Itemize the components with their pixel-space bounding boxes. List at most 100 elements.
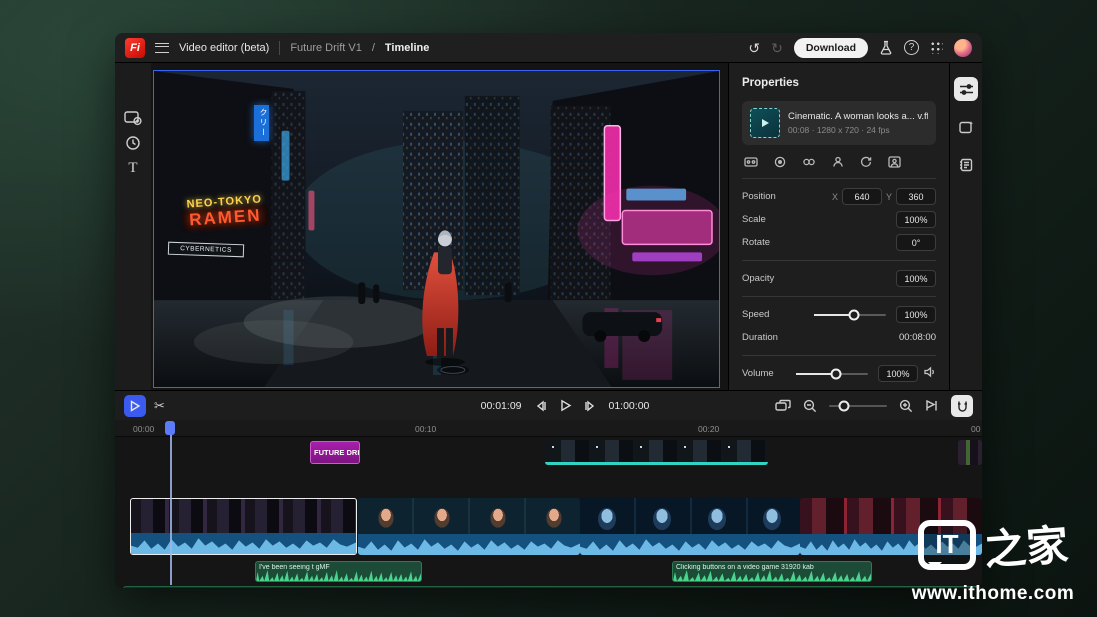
position-y-field[interactable] — [896, 188, 936, 205]
mask-icon[interactable] — [774, 156, 786, 168]
timeline-ruler[interactable]: 00:00 00:10 00:20 00 — [115, 420, 982, 437]
duration-row: Duration 00:08:00 — [742, 326, 936, 349]
offscreen-clip[interactable] — [958, 440, 982, 465]
video-clip-2[interactable] — [358, 498, 580, 555]
speed-slider-knob[interactable] — [848, 309, 859, 320]
play-icon — [760, 118, 770, 128]
opacity-field[interactable] — [896, 270, 936, 287]
snapping-toggle-button[interactable] — [951, 395, 973, 417]
firefly-logo[interactable]: Fi — [125, 38, 145, 58]
opacity-label: Opacity — [742, 273, 774, 284]
sfx-clip-1[interactable]: I've been seeing t gMF — [255, 561, 422, 582]
neon-sign-cybernetics: CYBERNETICS — [168, 242, 244, 258]
audio-waveform — [131, 533, 356, 554]
rotate-icon[interactable] — [860, 156, 872, 168]
ruler-label-1: 00:10 — [415, 424, 436, 434]
apps-grid-icon[interactable] — [930, 41, 943, 54]
clip-meta: 00:08 · 1280 x 720 · 24 fps — [788, 125, 928, 135]
history-icon[interactable] — [123, 133, 143, 153]
fit-timeline-icon[interactable] — [775, 399, 791, 412]
duration-value: 00:08:00 — [899, 332, 936, 343]
previous-frame-icon[interactable] — [534, 400, 547, 412]
title-text-clip[interactable]: FUTURE DRI — [310, 441, 360, 464]
beaker-icon[interactable] — [879, 40, 893, 55]
left-toolbar: T — [115, 63, 151, 420]
filmstrip-icon[interactable] — [744, 156, 758, 168]
zoom-out-icon[interactable] — [803, 399, 817, 413]
audio-waveform — [580, 534, 800, 555]
zoom-in-icon[interactable] — [899, 399, 913, 413]
add-media-icon[interactable] — [123, 108, 143, 128]
help-icon[interactable]: ? — [904, 40, 919, 55]
duration-label: Duration — [742, 332, 778, 343]
ruler-label-3: 00 — [971, 424, 980, 434]
scale-field[interactable] — [896, 211, 936, 228]
scale-label: Scale — [742, 214, 766, 225]
hamburger-menu-icon[interactable] — [155, 43, 169, 53]
speaker-icon[interactable] — [924, 365, 936, 383]
scale-row: Scale — [742, 208, 936, 231]
ruler-label-2: 00:20 — [698, 424, 719, 434]
split-tool-icon[interactable]: ✂ — [154, 398, 165, 414]
speed-slider[interactable] — [814, 314, 886, 316]
neon-sign-neo-tokyo: NEO-TOKYO RAMEN — [181, 193, 269, 231]
volume-label: Volume — [742, 368, 774, 379]
music-clip[interactable]: A cyberpunk sci fi song, with or 8512422… — [123, 586, 982, 588]
neon-sign-vertical: クリー — [254, 105, 269, 141]
effects-tab-button[interactable] — [954, 115, 978, 139]
video-clip-3[interactable] — [580, 498, 800, 555]
next-frame-icon[interactable] — [584, 400, 597, 412]
app-title: Video editor (beta) — [179, 42, 269, 54]
text-tool-icon[interactable]: T — [123, 158, 143, 178]
properties-panel: Properties Cinematic. A woman looks a...… — [728, 63, 949, 420]
overlay-video-clip[interactable] — [545, 440, 768, 465]
clip-action-row — [744, 156, 934, 168]
user-avatar[interactable] — [954, 39, 972, 57]
position-x-field[interactable] — [842, 188, 882, 205]
select-tool-button[interactable] — [124, 395, 146, 417]
play-button-icon[interactable] — [559, 399, 572, 412]
video-preview[interactable]: NEO-TOKYO RAMEN CYBERNETICS クリー — [153, 70, 720, 388]
playhead-handle[interactable] — [165, 421, 175, 435]
undo-icon[interactable]: ↺ — [748, 41, 760, 55]
person-icon[interactable] — [832, 156, 844, 168]
ithome-url: www.ithome.com — [895, 583, 1091, 605]
redo-icon[interactable]: ↻ — [771, 41, 783, 55]
timeline-view-controls — [775, 395, 973, 417]
position-row: Position X Y — [742, 185, 936, 208]
timeline-zoom-slider[interactable] — [829, 405, 887, 407]
volume-slider[interactable] — [796, 373, 868, 375]
sfx-clip-2[interactable]: Clicking buttons on a video game 31920 k… — [672, 561, 872, 582]
properties-tab-button[interactable] — [954, 77, 978, 101]
video-clip-1-selected[interactable] — [130, 498, 357, 555]
portrait-crop-icon[interactable] — [888, 156, 901, 168]
rotate-label: Rotate — [742, 237, 770, 248]
skip-preview-icon[interactable] — [925, 399, 939, 412]
volume-slider-knob[interactable] — [830, 368, 841, 379]
transport-controls: 00:01:09 01:00:00 — [415, 399, 715, 412]
ruler-label-0: 00:00 — [133, 424, 154, 434]
opacity-row: Opacity — [742, 267, 936, 290]
ithome-watermark: IT 之家 www.ithome.com — [895, 514, 1091, 605]
rotate-field[interactable] — [896, 234, 936, 251]
selected-clip-card[interactable]: Cinematic. A woman looks a... v.ffgenvid… — [742, 101, 936, 145]
divider — [279, 41, 280, 55]
speed-field[interactable] — [896, 306, 936, 323]
notes-tab-button[interactable] — [954, 153, 978, 177]
timeline-tracks-area: 00:00 00:10 00:20 00 FUTURE DRI — [115, 420, 982, 588]
speed-label: Speed — [742, 309, 769, 320]
timeline-zoom-knob[interactable] — [839, 400, 850, 411]
current-timecode: 00:01:09 — [481, 400, 522, 412]
properties-title: Properties — [742, 77, 936, 89]
playhead-line — [170, 422, 172, 585]
top-bar: Fi Video editor (beta) Future Drift V1 /… — [115, 33, 982, 63]
volume-field[interactable] — [878, 365, 918, 382]
y-axis-label: Y — [886, 192, 892, 202]
right-toolbar — [949, 63, 982, 420]
breadcrumb-project[interactable]: Future Drift V1 — [290, 42, 362, 54]
breadcrumb-view: Timeline — [385, 42, 429, 54]
ithome-logo: IT — [918, 520, 976, 570]
loop-icon[interactable] — [802, 156, 816, 168]
speed-row: Speed — [742, 303, 936, 326]
download-button[interactable]: Download — [794, 38, 868, 58]
